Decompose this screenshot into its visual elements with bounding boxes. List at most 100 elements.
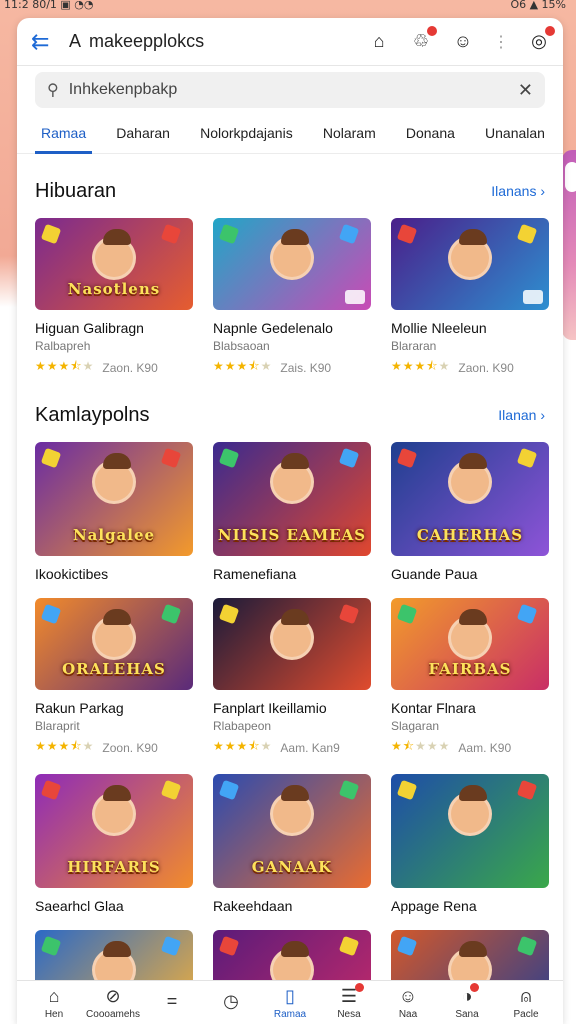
gem-decoration [40, 779, 62, 801]
nav-item-3[interactable]: ◷ [204, 981, 258, 1024]
bell-icon[interactable]: ♲ [409, 25, 437, 54]
character-art [448, 453, 492, 504]
thumbnail-title: Nalgalee [72, 526, 156, 544]
gem-decoration [218, 447, 240, 469]
top-bar: ⇇ A makeepplokcs ⌂ ♲ ☺ ⋮ ◎ [17, 18, 563, 66]
game-card[interactable]: Napnle Gedelenalo Blabsaoan ★★★⯪★ Zais. K90 [213, 218, 371, 378]
rating-count: Zaon. K90 [102, 360, 158, 375]
gem-decoration [160, 223, 182, 245]
see-more-link[interactable]: Ilanan › [498, 407, 545, 423]
game-card[interactable]: GANAAK Rakeehdaan [213, 774, 371, 914]
nav-item-naa[interactable]: ☺ Naa [381, 981, 435, 1024]
tab-1[interactable]: Ramaa [34, 112, 93, 154]
game-thumbnail[interactable]: HIRFARIS [35, 774, 193, 888]
see-more-link[interactable]: Ilanans › [491, 183, 545, 199]
game-thumbnail[interactable] [391, 774, 549, 888]
slash-circle-icon: ⊘ [105, 985, 121, 1006]
gem-decoration [40, 447, 62, 469]
game-name: Mollie Nleeleun [391, 320, 487, 336]
gem-decoration [338, 779, 360, 801]
nav-item-hen[interactable]: ⌂ Hen [27, 981, 81, 1024]
nav-item-ramaa[interactable]: ▯ Ramaa [263, 981, 317, 1024]
game-rating: ★★★⯪★ Zaon. K90 [35, 357, 193, 378]
menu-dots-icon[interactable]: ⋮ [493, 32, 509, 52]
game-thumbnail[interactable] [213, 218, 371, 310]
profile-icon[interactable]: ◎ [527, 25, 555, 54]
app-window: ⇇ A makeepplokcs ⌂ ♲ ☺ ⋮ ◎ ⚲ ✕ Ramaa Daha… [17, 18, 563, 1024]
game-thumbnail[interactable]: CAHERHAS [391, 442, 549, 556]
tab-4[interactable]: Nolaram [323, 112, 376, 154]
nav-label: Hen [44, 1009, 64, 1020]
game-card[interactable]: NIISIS EAMEAS Ramenefiana [213, 442, 371, 582]
search-input[interactable] [68, 81, 508, 99]
gem-decoration [160, 935, 182, 957]
nav-item-sana[interactable]: ◑ Sana [440, 981, 494, 1024]
game-thumbnail[interactable]: NIISIS EAMEAS [213, 442, 371, 556]
nav-item-coooamehs[interactable]: ⊘ Coooamehs [86, 981, 140, 1024]
game-thumbnail[interactable]: GANAAK [213, 774, 371, 888]
tab-5[interactable]: Donana [406, 112, 455, 154]
smile-icon: ☺ [398, 985, 418, 1006]
tab-2[interactable]: Daharan [116, 112, 170, 154]
character-art [92, 785, 136, 836]
character-art [270, 785, 314, 836]
game-name: Kontar Flnara [391, 700, 476, 716]
equals-icon: = [166, 991, 178, 1011]
gem-decoration [160, 779, 182, 801]
gem-decoration [396, 603, 418, 625]
tab-6[interactable]: Unanalan [485, 112, 545, 154]
game-thumbnail[interactable]: ORALEHAS [35, 598, 193, 690]
background-app-edge [562, 150, 576, 340]
game-subtitle: Blararan [391, 339, 437, 353]
game-card[interactable]: Nalgalee Ikookictibes [35, 442, 193, 582]
address-bar[interactable]: A makeepplokcs [61, 31, 367, 52]
game-name: Rakeehdaan [213, 898, 293, 914]
top-icons: ⌂ ♲ ☺ ⋮ ◎ [367, 25, 555, 54]
gem-decoration [516, 603, 538, 625]
tab-3[interactable]: Nolorkpdajanis [200, 112, 293, 154]
gem-decoration [338, 223, 360, 245]
game-thumbnail[interactable]: FAIRBAS [391, 598, 549, 690]
home-outline-icon[interactable]: ⌂ [367, 30, 391, 54]
game-card[interactable]: Mollie Nleeleun Blararan ★★★⯪★ Zaon. K90 [391, 218, 549, 378]
rating-count: Zaon. K90 [458, 360, 514, 375]
chat-icon: ◑ [462, 983, 480, 1007]
game-card[interactable]: Appage Rena [391, 774, 549, 914]
game-card[interactable]: FAIRBAS Kontar Flnara Slagaran ★⯪★★★ Aam. K9… [391, 598, 549, 758]
thumbnail-title: FAIRBAS [428, 660, 512, 678]
game-card[interactable]: Fanplart Ikeillamio Rlabapeon ★★★⯪★ Aam. Ka… [213, 598, 371, 758]
gem-decoration [516, 935, 538, 957]
thumbnail-title: CAHERHAS [416, 526, 524, 544]
card-row: Nalgalee Ikookictibes NIISIS EAMEAS Ramenef… [17, 442, 563, 582]
game-name: Ikookictibes [35, 566, 109, 582]
game-thumbnail[interactable] [213, 598, 371, 690]
game-card[interactable]: ORALEHAS Rakun Parkag Blaraprit ★★★⯪★ Zoon. … [35, 598, 193, 758]
character-art [270, 229, 314, 280]
card-row: HIRFARIS Saearhcl Glaa GANAAK Rakeehdaan App… [17, 774, 563, 914]
nav-label: Naa [398, 1009, 418, 1020]
gem-decoration [516, 779, 538, 801]
game-name: Fanplart Ikeillamio [213, 700, 327, 716]
nav-item-nesa[interactable]: ☰ Nesa [322, 981, 376, 1024]
game-thumbnail[interactable] [391, 218, 549, 310]
back-arrow-icon[interactable]: ⇇ [31, 29, 61, 55]
game-rating: ★★★⯪★ Zaon. K90 [391, 357, 549, 378]
game-card[interactable]: HIRFARIS Saearhcl Glaa [35, 774, 193, 914]
game-subtitle: Blabsaoan [213, 339, 270, 353]
game-thumbnail[interactable]: Nasotlens [35, 218, 193, 310]
game-card[interactable]: CAHERHAS Guande Paua [391, 442, 549, 582]
game-card[interactable]: Nasotlens Higuan Galibragn Ralbapreh ★★★⯪★ Z… [35, 218, 193, 378]
nav-label: Coooamehs [86, 1009, 140, 1020]
search-bar[interactable]: ⚲ ✕ [35, 72, 545, 108]
clear-icon[interactable]: ✕ [518, 80, 533, 101]
game-subtitle: Rlabapeon [213, 719, 272, 733]
game-thumbnail[interactable]: Nalgalee [35, 442, 193, 556]
nav-item-pacle[interactable]: ⍝ Pacle [499, 981, 553, 1024]
bottom-navigation: ⌂ Hen ⊘ Coooamehs = ◷ ▯ Ramaa ☰ Nesa ☺ Naa ◑ Sana ⍝ Pac… [17, 980, 563, 1024]
section-header: Hibuaran Ilanans › [17, 174, 563, 208]
nav-item-2[interactable]: = [145, 981, 199, 1024]
nav-label: Pacle [513, 1009, 539, 1020]
star-rating: ★★★⯪★ [213, 359, 273, 373]
smile-face-icon[interactable]: ☺ [451, 30, 475, 54]
game-name: Napnle Gedelenalo [213, 320, 333, 336]
